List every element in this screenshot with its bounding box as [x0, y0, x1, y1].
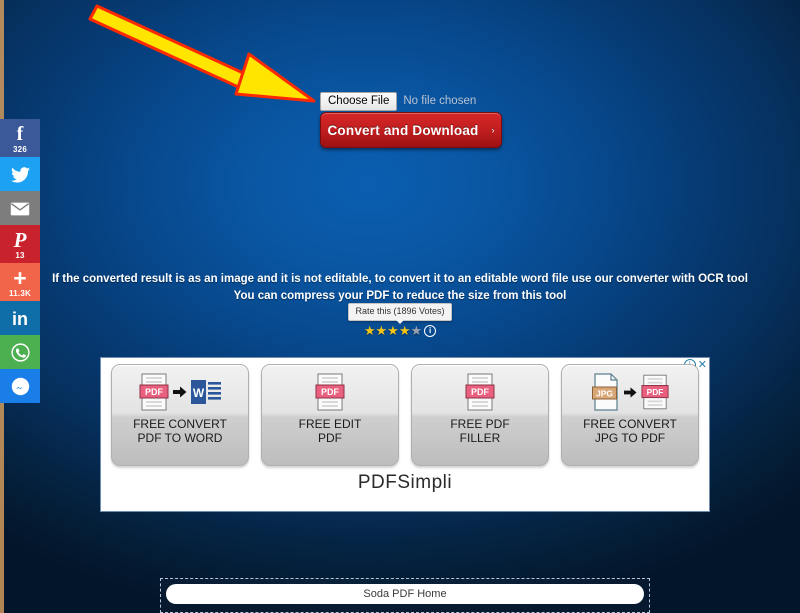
ad-card-edit-pdf[interactable]: PDF FREE EDIT PDF — [261, 364, 399, 466]
social-share-rail: f 326 P 13 + 11.3K in — [0, 119, 40, 403]
ad-card-label-line1: FREE EDIT — [298, 417, 362, 431]
svg-text:PDF: PDF — [145, 387, 164, 397]
soda-pdf-home-container: Soda PDF Home — [160, 578, 650, 613]
star-3[interactable]: ★ — [387, 324, 399, 337]
star-5[interactable]: ★ — [410, 324, 422, 337]
rating-widget: Rate this (1896 Votes) ★ ★ ★ ★ ★ i — [0, 303, 800, 337]
facebook-share-count: 326 — [13, 145, 27, 154]
ad-card-label-line1: FREE PDF — [450, 417, 510, 431]
pdf-edit-icon: PDF — [315, 371, 345, 413]
star-1[interactable]: ★ — [364, 324, 376, 337]
share-button-messenger[interactable] — [0, 369, 40, 403]
star-4[interactable]: ★ — [399, 324, 411, 337]
pdf-filler-icon: PDF — [465, 371, 495, 413]
rating-info-icon[interactable]: i — [424, 324, 437, 337]
facebook-icon: f — [16, 123, 24, 145]
ad-card-label-line2: PDF TO WORD — [137, 431, 223, 445]
ad-card-label-line1: FREE CONVERT — [133, 417, 227, 431]
whatsapp-icon — [10, 343, 30, 362]
ad-card-list: PDF W FREE CONVERT PDF TO WORD PDF FREE … — [101, 364, 709, 470]
no-file-chosen-label: No file chosen — [403, 95, 477, 107]
soda-pdf-home-button[interactable]: Soda PDF Home — [166, 584, 644, 604]
svg-text:JPG: JPG — [595, 389, 612, 399]
jpg-to-pdf-icon: JPG PDF — [591, 371, 669, 413]
ad-card-label: FREE CONVERT JPG TO PDF — [583, 417, 677, 445]
choose-file-button[interactable]: Choose File — [320, 91, 398, 111]
svg-text:PDF: PDF — [646, 387, 663, 397]
ad-card-label-line2: FILLER — [459, 431, 501, 445]
svg-text:PDF: PDF — [321, 387, 340, 397]
convert-and-download-button[interactable]: Convert and Download › — [320, 112, 502, 148]
ad-card-label-line2: JPG TO PDF — [594, 431, 666, 445]
advertisement-banner: i ✕ PDF W — [100, 357, 710, 512]
ad-card-pdf-filler[interactable]: PDF FREE PDF FILLER — [411, 364, 549, 466]
info-line-ocr: If the converted result is as an image a… — [52, 273, 748, 285]
pinterest-icon: P — [13, 228, 27, 252]
svg-text:PDF: PDF — [471, 387, 490, 397]
ad-card-convert-jpg-to-pdf[interactable]: JPG PDF FREE CONVERT JPG TO PDF — [561, 364, 699, 466]
ad-card-label: FREE PDF FILLER — [450, 417, 509, 445]
pdf-to-word-icon: PDF W — [139, 371, 221, 413]
twitter-icon — [10, 166, 30, 183]
share-button-twitter[interactable] — [0, 157, 40, 191]
email-icon — [10, 202, 30, 216]
ad-card-label-line1: FREE CONVERT — [583, 417, 677, 431]
share-button-facebook[interactable]: f 326 — [0, 119, 40, 157]
star-2[interactable]: ★ — [376, 324, 388, 337]
share-button-email[interactable] — [0, 191, 40, 225]
share-button-pinterest[interactable]: P 13 — [0, 225, 40, 263]
share-button-whatsapp[interactable] — [0, 335, 40, 369]
chevron-right-icon: › — [491, 125, 495, 135]
file-upload-row: Choose File No file chosen — [320, 91, 477, 111]
ad-brand-name: PDFSimpli — [357, 472, 453, 493]
rate-this-tooltip: Rate this (1896 Votes) — [348, 303, 452, 324]
svg-text:W: W — [193, 386, 205, 400]
info-text-block: If the converted result is as an image a… — [0, 271, 800, 305]
messenger-icon — [11, 377, 30, 396]
pinterest-share-count: 13 — [15, 251, 25, 260]
ad-card-label: FREE CONVERT PDF TO WORD — [133, 417, 227, 445]
convert-button-label: Convert and Download — [327, 122, 479, 138]
browser-page: f 326 P 13 + 11.3K in Choose File No fil… — [0, 0, 800, 613]
star-rating-row[interactable]: ★ ★ ★ ★ ★ i — [364, 324, 437, 337]
ad-card-label-line2: PDF — [317, 431, 342, 445]
ad-card-convert-pdf-to-word[interactable]: PDF W FREE CONVERT PDF TO WORD — [111, 364, 249, 466]
ad-card-label: FREE EDIT PDF — [299, 417, 362, 445]
